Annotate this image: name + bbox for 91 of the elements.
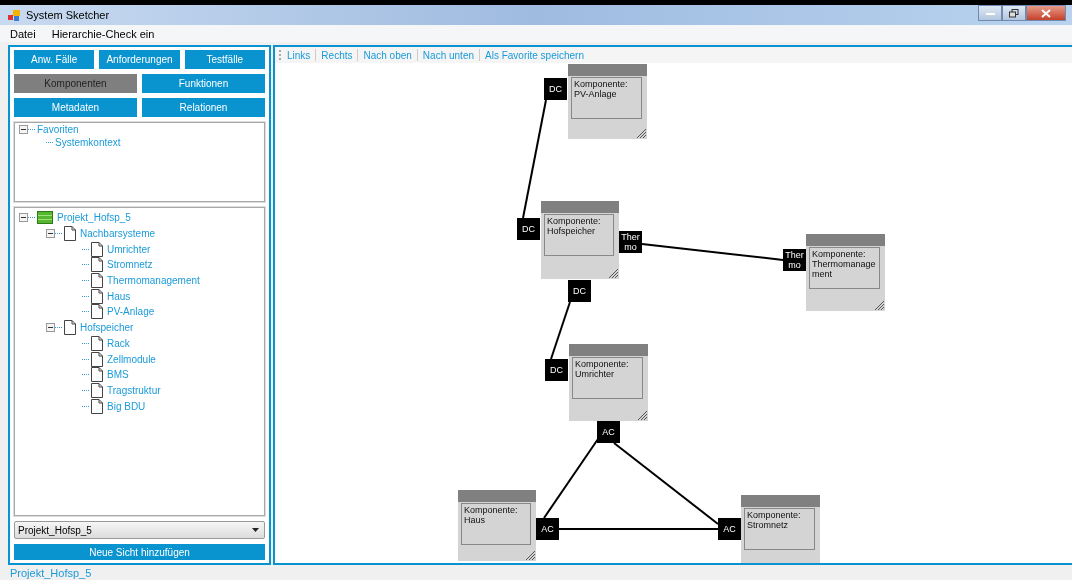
document-icon bbox=[91, 273, 103, 289]
view-dropdown[interactable]: Projekt_Hofsp_5 bbox=[14, 521, 265, 539]
port-label[interactable]: Ther mo bbox=[619, 231, 642, 253]
document-icon bbox=[91, 367, 103, 383]
close-icon bbox=[1041, 8, 1051, 18]
tree-item[interactable]: Rack bbox=[107, 337, 130, 349]
nav-button[interactable]: Komponenten bbox=[14, 74, 137, 93]
minimize-icon bbox=[985, 11, 995, 15]
restore-button[interactable] bbox=[1002, 5, 1026, 21]
collapse-toggle[interactable] bbox=[19, 125, 28, 134]
nav-button[interactable]: Funktionen bbox=[142, 74, 265, 93]
document-icon bbox=[91, 398, 103, 414]
tree-item[interactable]: Projekt_Hofsp_5 bbox=[57, 212, 131, 224]
node-header-bar[interactable] bbox=[541, 201, 619, 213]
resize-grip-icon bbox=[608, 268, 618, 278]
database-icon bbox=[37, 211, 53, 225]
document-icon bbox=[91, 257, 103, 273]
document-icon bbox=[64, 320, 76, 336]
nav-button[interactable]: Relationen bbox=[142, 98, 265, 117]
component-node[interactable]: Komponente: PV-Anlage bbox=[568, 64, 647, 139]
nav-button[interactable]: Testfälle bbox=[184, 50, 265, 69]
node-header-bar[interactable] bbox=[806, 234, 885, 246]
resize-grip-icon bbox=[874, 300, 884, 310]
component-label: Komponente: Umrichter bbox=[572, 357, 643, 399]
nav-button[interactable]: Anw. Fälle bbox=[14, 50, 95, 69]
menu-item[interactable]: Datei bbox=[10, 27, 36, 40]
component-label: Komponente: Haus bbox=[461, 503, 531, 545]
toolbar-link[interactable]: Nach unten bbox=[422, 49, 474, 61]
port-label[interactable]: AC bbox=[536, 518, 559, 540]
port-label[interactable]: DC bbox=[545, 359, 568, 381]
document-icon bbox=[91, 351, 103, 367]
tree-item[interactable]: Systemkontext bbox=[55, 137, 121, 148]
document-icon bbox=[91, 241, 103, 257]
port-label[interactable]: Ther mo bbox=[783, 249, 806, 271]
component-node[interactable]: Komponente: Hofspeicher bbox=[541, 201, 619, 279]
nav-button[interactable]: Anforderungen bbox=[99, 50, 180, 69]
component-node[interactable]: Komponente: Stromnetz bbox=[741, 495, 820, 563]
close-button[interactable] bbox=[1026, 5, 1066, 21]
port-label[interactable]: DC bbox=[568, 280, 591, 302]
node-header-bar[interactable] bbox=[741, 495, 820, 507]
toolbar-link[interactable]: Links bbox=[287, 49, 311, 61]
toolbar-grip-icon bbox=[279, 49, 282, 61]
toolbar-link[interactable]: Nach oben bbox=[363, 49, 412, 61]
tree-item[interactable]: Nachbarsysteme bbox=[80, 228, 156, 240]
port-label[interactable]: DC bbox=[517, 218, 540, 240]
port-label[interactable]: AC bbox=[718, 518, 741, 540]
tree-item[interactable]: Haus bbox=[107, 290, 131, 302]
component-label: Komponente: Thermomanage ment bbox=[809, 247, 880, 289]
tree-item[interactable]: Umrichter bbox=[107, 243, 151, 255]
document-icon bbox=[91, 288, 103, 304]
tree-item[interactable]: Hofspeicher bbox=[80, 322, 134, 334]
collapse-toggle[interactable] bbox=[19, 213, 28, 223]
tree-item[interactable]: Thermomanagement bbox=[107, 275, 200, 287]
component-label: Komponente: Stromnetz bbox=[744, 508, 815, 550]
document-icon bbox=[91, 382, 103, 398]
component-node[interactable]: Komponente: Thermomanage ment bbox=[806, 234, 885, 311]
tree-item[interactable]: Favoriten bbox=[37, 124, 79, 135]
menu-item[interactable]: Hierarchie-Check ein bbox=[51, 27, 155, 40]
connector-line bbox=[550, 301, 571, 360]
app-icon bbox=[8, 9, 20, 21]
node-header-bar[interactable] bbox=[458, 490, 536, 502]
component-label: Komponente: PV-Anlage bbox=[571, 77, 642, 119]
window-title: System Sketcher bbox=[26, 9, 110, 21]
tree-item[interactable]: BMS bbox=[107, 369, 129, 381]
toolbar-link[interactable]: Als Favorite speichern bbox=[485, 49, 584, 61]
document-icon bbox=[91, 304, 103, 320]
nav-button[interactable]: Metadaten bbox=[14, 98, 137, 117]
document-icon bbox=[64, 226, 76, 242]
dropdown-arrow-icon bbox=[252, 528, 259, 532]
node-header-bar[interactable] bbox=[569, 344, 648, 356]
component-label: Komponente: Hofspeicher bbox=[544, 214, 614, 256]
toolbar-link[interactable]: Rechts bbox=[321, 49, 353, 61]
tree-item[interactable]: Stromnetz bbox=[107, 259, 153, 271]
tree-item[interactable]: Zellmodule bbox=[107, 353, 156, 365]
port-label[interactable]: DC bbox=[544, 78, 567, 100]
tree-item[interactable]: PV-Anlage bbox=[107, 306, 155, 318]
resize-grip-icon bbox=[637, 410, 647, 420]
document-icon bbox=[91, 335, 103, 351]
tree-item[interactable]: Big BDU bbox=[107, 400, 146, 412]
status-text: Projekt_Hofsp_5 bbox=[10, 566, 92, 579]
resize-grip-icon bbox=[525, 550, 535, 560]
collapse-toggle[interactable] bbox=[46, 323, 55, 333]
collapse-toggle[interactable] bbox=[46, 229, 55, 239]
resize-grip-icon bbox=[636, 128, 646, 138]
node-header-bar[interactable] bbox=[568, 64, 647, 76]
component-node[interactable]: Komponente: Umrichter bbox=[569, 344, 648, 421]
port-label[interactable]: AC bbox=[597, 421, 620, 443]
tree-item[interactable]: Tragstruktur bbox=[107, 384, 161, 396]
component-node[interactable]: Komponente: Haus bbox=[458, 490, 536, 561]
restore-icon bbox=[1009, 8, 1019, 18]
add-view-button[interactable]: Neue Sicht hinzufügen bbox=[14, 544, 265, 560]
